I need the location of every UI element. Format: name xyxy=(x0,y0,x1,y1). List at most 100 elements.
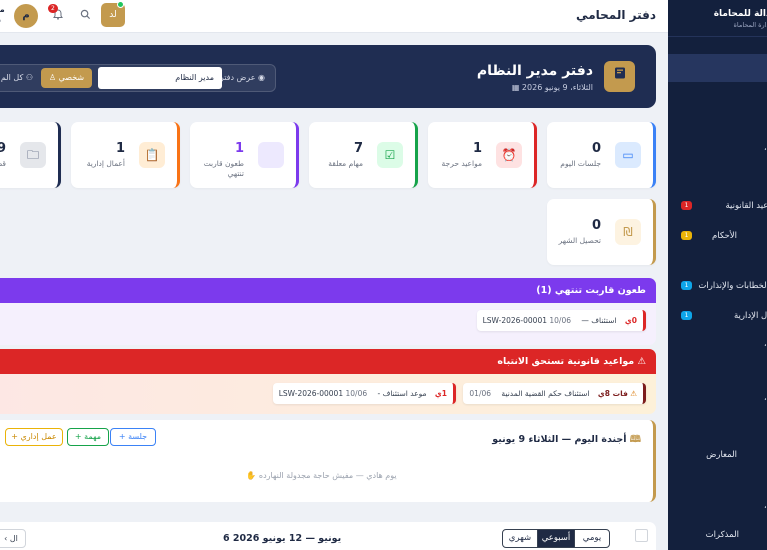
week-nav-label: ال xyxy=(9,534,18,543)
agenda-empty-state: يوم هادي — مفيش حاجة مجدولة النهارده ✋ xyxy=(0,471,653,480)
stat-card-monthly-collection[interactable]: 0 تحصيل الشهر ₪ xyxy=(547,199,656,265)
stat-value: 9 xyxy=(0,141,6,156)
stat-label: تحصيل الشهر xyxy=(558,236,601,245)
deadlines-section-body: ⚠ فات 8ي استئناف حكم القضية المدنية 01/0… xyxy=(0,374,656,414)
search-icon[interactable] xyxy=(80,9,91,23)
sidebar-badge: 1 xyxy=(681,311,692,320)
deadline-text: استئناف حكم القضية المدنية xyxy=(501,389,590,398)
deadline-date: 10/06 xyxy=(345,389,368,398)
view-daily-button[interactable]: يومي xyxy=(574,529,610,548)
stat-card-expiring-appeals[interactable]: 1 طعون قاربت تنتهي xyxy=(190,122,299,188)
stat-value: 0 xyxy=(591,141,601,156)
online-dot-icon xyxy=(117,1,124,8)
calendar-icon: ▭ xyxy=(615,142,641,168)
appeal-date: 10/06 xyxy=(549,316,572,325)
top-bar: دفتر المحامي لد 2 م مح مد xyxy=(0,0,668,33)
alarm-clock-icon: ⏰ xyxy=(496,142,522,168)
calendar-icon: ▦ xyxy=(511,83,520,92)
stat-label: أعمال إدارية xyxy=(86,159,125,168)
sidebar-item-fragment[interactable]: ، xyxy=(764,143,767,152)
sidebar-item-active[interactable] xyxy=(668,54,767,82)
folder-icon: 🗀 xyxy=(20,142,46,168)
deadline-item[interactable]: 1ي موعد استئناف - LSW-2026-00001 10/06 xyxy=(272,383,456,404)
view-label: ◉ عرض دفتر: xyxy=(217,73,265,82)
view-weekly-button[interactable]: أسبوعي xyxy=(537,529,575,548)
stat-value: 1 xyxy=(115,141,125,156)
agenda-title: 🕮 أجندة اليوم — الثلاثاء 9 يونيو xyxy=(492,432,641,448)
hero-banner: دفتر مدير النظام الثلاثاء، 9 يونيو 2026 … xyxy=(0,45,656,108)
users-icon: ⚇ xyxy=(23,73,33,82)
sidebar-divider xyxy=(668,36,767,37)
stat-value: 1 xyxy=(234,141,244,156)
stat-card-cases[interactable]: 9 قض 🗀 xyxy=(0,122,61,188)
sidebar-brand: نظام العدالة للمحاماة xyxy=(713,9,767,19)
add-admin-work-button[interactable]: + عمل إداري xyxy=(5,428,63,446)
personal-button[interactable]: ♙ شخصي xyxy=(41,68,92,88)
app-logo-button[interactable]: لد xyxy=(101,1,125,27)
deadlines-section-header: ⚠ مواعيد قانونية تستحق الانتباه xyxy=(0,349,656,374)
empty-state-text: يوم هادي — مفيش حاجة مجدولة النهارده xyxy=(258,471,397,480)
notebook-select[interactable]: مدير النظام xyxy=(98,67,222,89)
user-role: مد xyxy=(0,15,5,25)
money-icon: ₪ xyxy=(615,219,641,245)
notifications-button[interactable]: 2 xyxy=(48,4,63,23)
sidebar-item-label: المواعيد القانونية xyxy=(725,201,767,211)
sidebar-item-label: الأعمال الإدارية xyxy=(733,311,767,321)
stat-value: 0 xyxy=(591,218,601,233)
appeals-section-title: طعون قاربت تنتهي (1) xyxy=(536,285,646,296)
sidebar-brand-sub: نظام العدالة لإدارة المحاماة xyxy=(733,21,767,29)
stat-value: 7 xyxy=(353,141,363,156)
clipboard-icon: 📋 xyxy=(139,142,165,168)
stat-label: مهام معلقة xyxy=(328,159,363,168)
notification-badge: 2 xyxy=(48,4,58,13)
add-session-button[interactable]: + جلسة xyxy=(110,428,156,446)
user-menu[interactable]: مح مد xyxy=(0,5,5,25)
add-task-button[interactable]: + مهمة xyxy=(67,428,109,446)
appeal-item[interactable]: 0ي استئناف — LSW-2026-00001 10/06 xyxy=(476,310,646,331)
sidebar-item-fragment[interactable]: ، xyxy=(764,393,767,402)
week-range: 6 يونيو — 12 يونيو 2026 xyxy=(223,533,342,544)
stat-card-pending-tasks[interactable]: 7 مهام معلقة ☑ xyxy=(309,122,418,188)
user-name: مح xyxy=(0,5,5,14)
view-monthly-button[interactable]: شهري xyxy=(502,529,538,548)
user-avatar[interactable]: م xyxy=(14,4,38,28)
deadline-date: 01/06 xyxy=(469,389,492,398)
stat-label: طعون قاربت تنتهي xyxy=(203,159,244,178)
view-label-text: عرض دفتر: xyxy=(217,73,256,82)
hero-date: الثلاثاء، 9 يونيو 2026 ▦ xyxy=(512,83,593,92)
hourglass-icon xyxy=(258,142,284,168)
deadline-item[interactable]: ⚠ فات 8ي استئناف حكم القضية المدنية 01/0… xyxy=(463,383,646,404)
sidebar-badge: 1 xyxy=(681,281,692,290)
stat-card-critical-deadlines[interactable]: 1 مواعيد حرجة ⏰ xyxy=(428,122,537,188)
select-checkbox[interactable] xyxy=(635,529,648,542)
deadlines-section-title: مواعيد قانونية تستحق الانتباه xyxy=(497,356,635,367)
sidebar-item-fragment[interactable]: ، xyxy=(764,339,767,348)
bookmark-icon: 🕮 xyxy=(626,434,641,445)
stat-label: مواعيد حرجة xyxy=(441,159,482,168)
main-area: دفتر المحامي لد 2 م مح مد دفتر مدير النظ… xyxy=(0,0,668,550)
hero-title: دفتر مدير النظام xyxy=(476,63,593,79)
stat-label: جلسات اليوم xyxy=(560,159,601,168)
stat-card-admin-works[interactable]: 1 أعمال إدارية 📋 xyxy=(71,122,180,188)
hero-date-text: الثلاثاء، 9 يونيو 2026 xyxy=(521,83,593,92)
appeals-section-body: 0ي استئناف — LSW-2026-00001 10/06 xyxy=(0,303,656,345)
stat-value: 1 xyxy=(472,141,482,156)
sidebar-item-label: المذكرات xyxy=(705,530,739,540)
appeals-section-header: طعون قاربت تنتهي (1) xyxy=(0,278,656,303)
stat-label: قض xyxy=(0,159,6,168)
all-button[interactable]: كل الم ⚇ xyxy=(0,68,37,88)
eye-icon: ◉ xyxy=(255,73,265,82)
hand-icon: ✋ xyxy=(246,471,257,480)
page-title: دفتر المحامي xyxy=(576,8,656,22)
personal-label: شخصي xyxy=(58,73,85,82)
sidebar-item-fragment[interactable]: ، xyxy=(764,501,767,510)
week-nav-button[interactable]: ‹ ال xyxy=(0,529,26,548)
sidebar-item-label: الأحكام xyxy=(711,231,737,241)
stat-card-sessions[interactable]: 0 جلسات اليوم ▭ xyxy=(547,122,656,188)
appeal-days: 0ي xyxy=(624,316,637,325)
warning-icon: ⚠ xyxy=(627,389,637,398)
sidebar: نظام العدالة للمحاماة نظام العدالة لإدار… xyxy=(668,0,767,550)
user-icon: ♙ xyxy=(48,73,59,82)
check-square-icon: ☑ xyxy=(377,142,403,168)
notebook-view-control: ◉ عرض دفتر: مدير النظام ♙ شخصي كل الم ⚇ xyxy=(0,64,276,92)
